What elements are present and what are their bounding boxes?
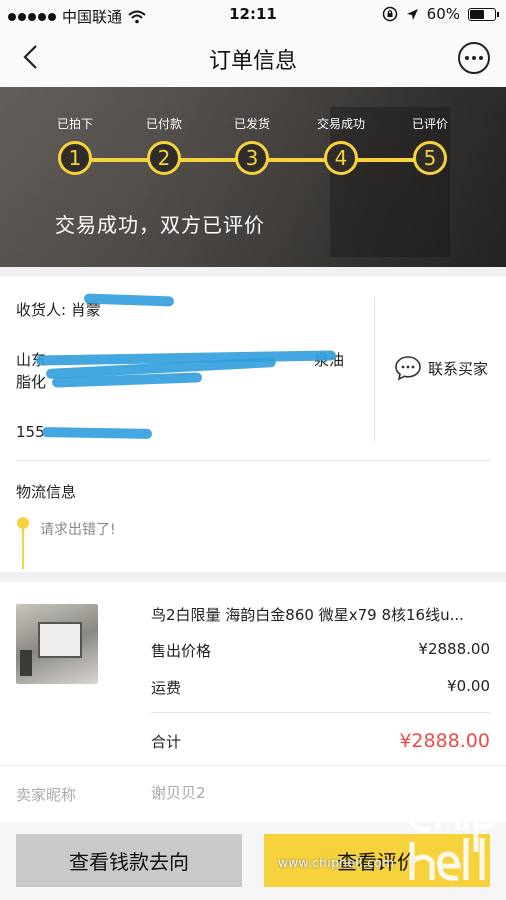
status-right: 60% [382,5,499,23]
more-button[interactable] [458,42,490,74]
step-number: 3 [235,141,269,175]
step-label: 已评价 [411,117,448,131]
step-label: 交易成功 [316,117,365,131]
view-money-flow-button[interactable]: 查看钱款去向 [16,834,242,887]
step-label: 已拍下 [56,117,93,131]
seller-row: 卖家昵称 谢贝贝2 [0,765,506,822]
more-dot-icon [472,56,476,60]
order-progress-banner: 已拍下 1 已付款 2 已发货 3 交易成功 4 已评价 5 交易成功，双方已评… [0,87,506,267]
step-number: 5 [413,141,447,175]
battery-icon [468,7,499,21]
divider [16,460,490,461]
product-thumbnail[interactable] [16,604,98,684]
shipping-label: 运费 [151,679,182,697]
receiver-info: 收货人: 肖蒙 山东泉油 脂化 155 [16,277,371,460]
more-dot-icon [479,56,483,60]
seller-label: 卖家昵称 [16,786,77,804]
status-bar: 中国联通 12:11 60% [0,0,506,30]
address-line-2: 脂化 [16,373,47,391]
bottom-action-bar: 查看钱款去向 查看评价 [0,822,506,900]
watermark-url: www.chiphell.com [278,856,395,870]
timeline-dot [17,517,29,529]
step-5: 已评价 5 [400,115,460,175]
step-4: 交易成功 4 [311,115,371,175]
contact-buyer-button[interactable]: 联系买家 [394,355,488,381]
contact-buyer-label: 联系买家 [428,359,489,378]
step-number: 2 [147,141,181,175]
timeline-line [22,529,24,569]
shipping-value: ¥0.00 [447,677,490,695]
sale-price-label: 售出价格 [151,642,212,660]
divider [151,712,490,713]
more-dot-icon [465,56,469,60]
total-row: 合计 ¥2888.00 [151,730,490,752]
divider [374,297,375,442]
rotation-lock-icon [382,6,397,22]
order-status-text: 交易成功，双方已评价 [55,213,265,237]
logistics-message: 请求出错了! [40,522,116,538]
logistics-title: 物流信息 [16,483,77,501]
location-arrow-icon [406,8,418,20]
step-label: 已付款 [145,117,182,131]
total-value: ¥2888.00 [399,730,490,752]
receiver-phone: 155 [16,423,45,441]
page-title: 订单信息 [208,49,297,74]
step-label: 已发货 [233,117,270,131]
seller-name: 谢贝贝2 [151,784,206,802]
sale-price-row: 售出价格 ¥2888.00 [151,640,490,661]
nav-bar: 订单信息 [0,30,506,87]
chat-bubble-icon [395,356,421,381]
battery-percent: 60% [426,5,460,23]
step-1: 已拍下 1 [45,115,105,175]
shipping-row: 运费 ¥0.00 [151,677,490,698]
redaction-scribble [41,427,153,439]
total-label: 合计 [151,732,182,751]
step-3: 已发货 3 [222,115,282,175]
step-2: 已付款 2 [134,115,194,175]
battery-fill [470,9,484,19]
thumbnail-screen [38,622,82,658]
thumbnail-object [20,650,32,676]
product-title[interactable]: 鸟2白限量 海韵白金860 微星x79 8核16线u... [151,604,491,625]
receiver-card: 收货人: 肖蒙 山东泉油 脂化 155 联系买家 物流信息 请求出错了! [0,277,506,572]
step-number: 4 [324,141,358,175]
product-card: 鸟2白限量 海韵白金860 微星x79 8核16线u... 售出价格 ¥2888… [0,582,506,822]
step-number: 1 [58,141,92,175]
sale-price-value: ¥2888.00 [418,640,490,658]
